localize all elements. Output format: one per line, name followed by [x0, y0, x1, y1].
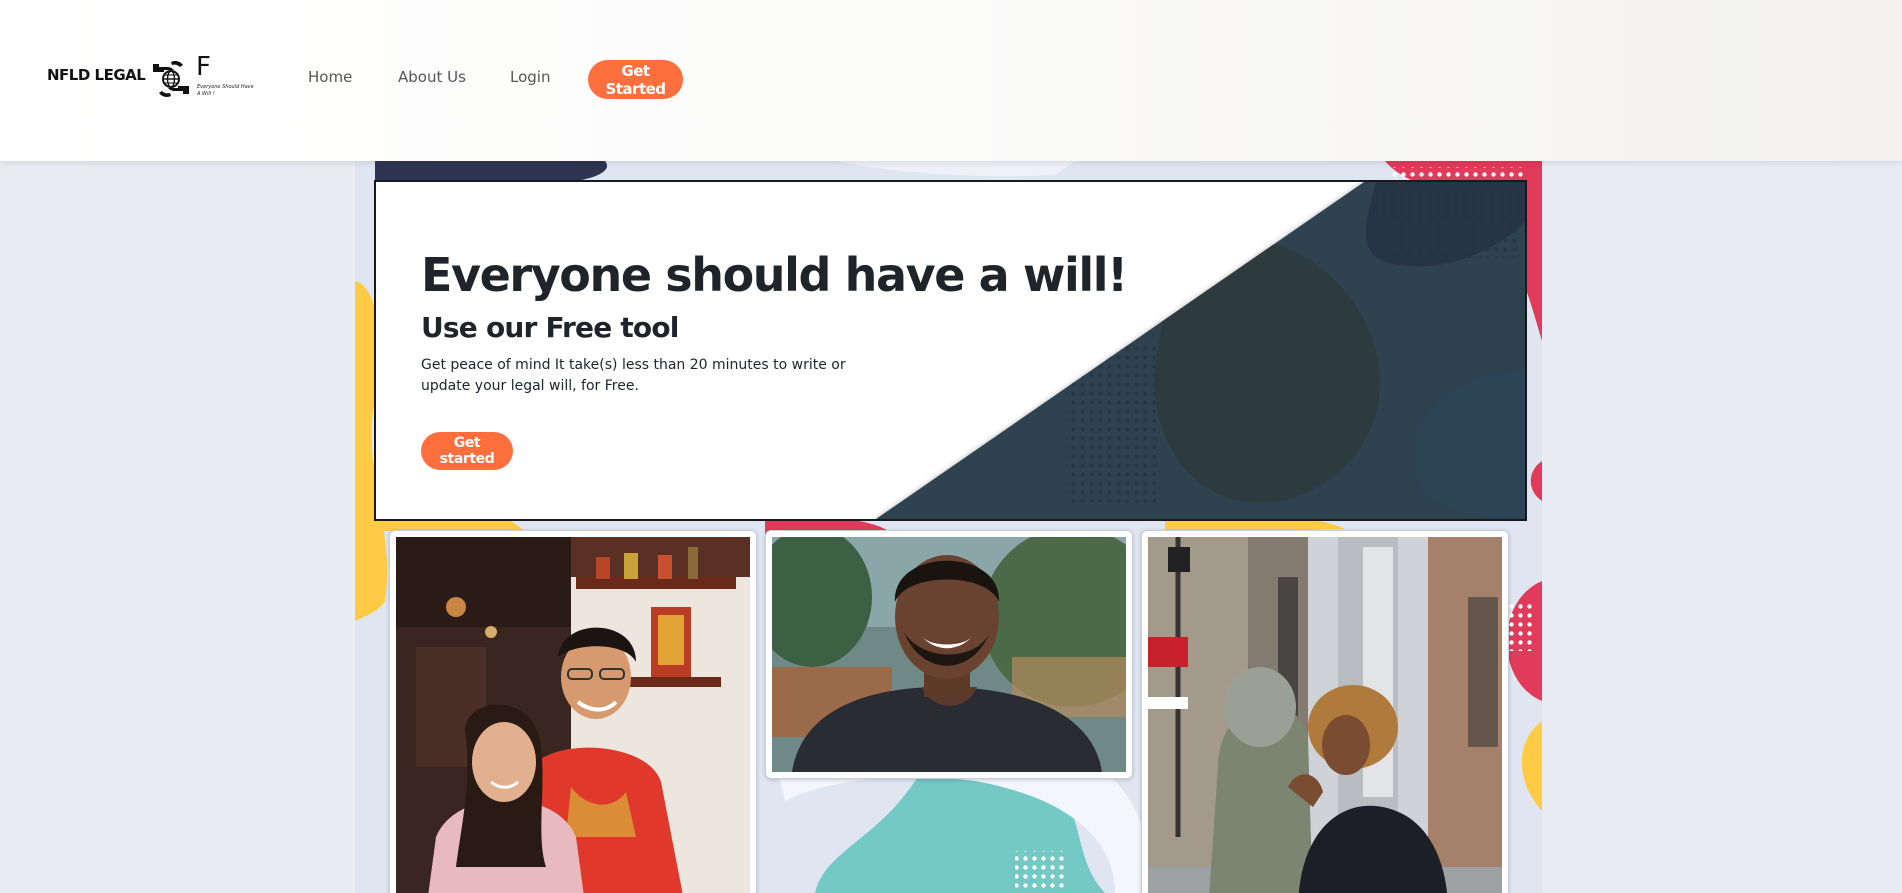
- nav-login[interactable]: Login: [510, 68, 550, 86]
- photo-card-family: [389, 530, 757, 893]
- logo-letter: F: [196, 52, 211, 82]
- nav-home[interactable]: Home: [308, 68, 352, 86]
- nav-about-us[interactable]: About Us: [398, 68, 466, 86]
- hero-decoration: [876, 182, 1525, 519]
- hero-banner: Everyone should have a will! Use our Fre…: [374, 180, 1527, 521]
- brand-name[interactable]: NFLD LEGAL: [47, 66, 146, 84]
- street-photo: [1148, 537, 1502, 893]
- hero-title: Everyone should have a will!: [421, 248, 1128, 302]
- hands-holding-globe-icon: [153, 61, 189, 97]
- main-panel: Everyone should have a will! Use our Fre…: [355, 161, 1542, 893]
- photo-card-street: [1141, 530, 1509, 893]
- hero-get-started-button[interactable]: Get started: [421, 432, 513, 470]
- site-logo[interactable]: F Everyone Should Have A Will !: [151, 52, 254, 104]
- hero-subtitle: Use our Free tool: [421, 311, 679, 344]
- photo-card-young-man: [765, 530, 1133, 779]
- hero-description: Get peace of mind It take(s) less than 2…: [421, 357, 846, 394]
- young-man-photo: [772, 537, 1126, 772]
- logo-tagline: Everyone Should Have A Will !: [197, 84, 254, 97]
- site-header: NFLD LEGAL F Everyone Should Have A Will…: [0, 0, 1902, 161]
- get-started-button[interactable]: Get Started: [588, 60, 683, 99]
- family-photo: [396, 537, 750, 893]
